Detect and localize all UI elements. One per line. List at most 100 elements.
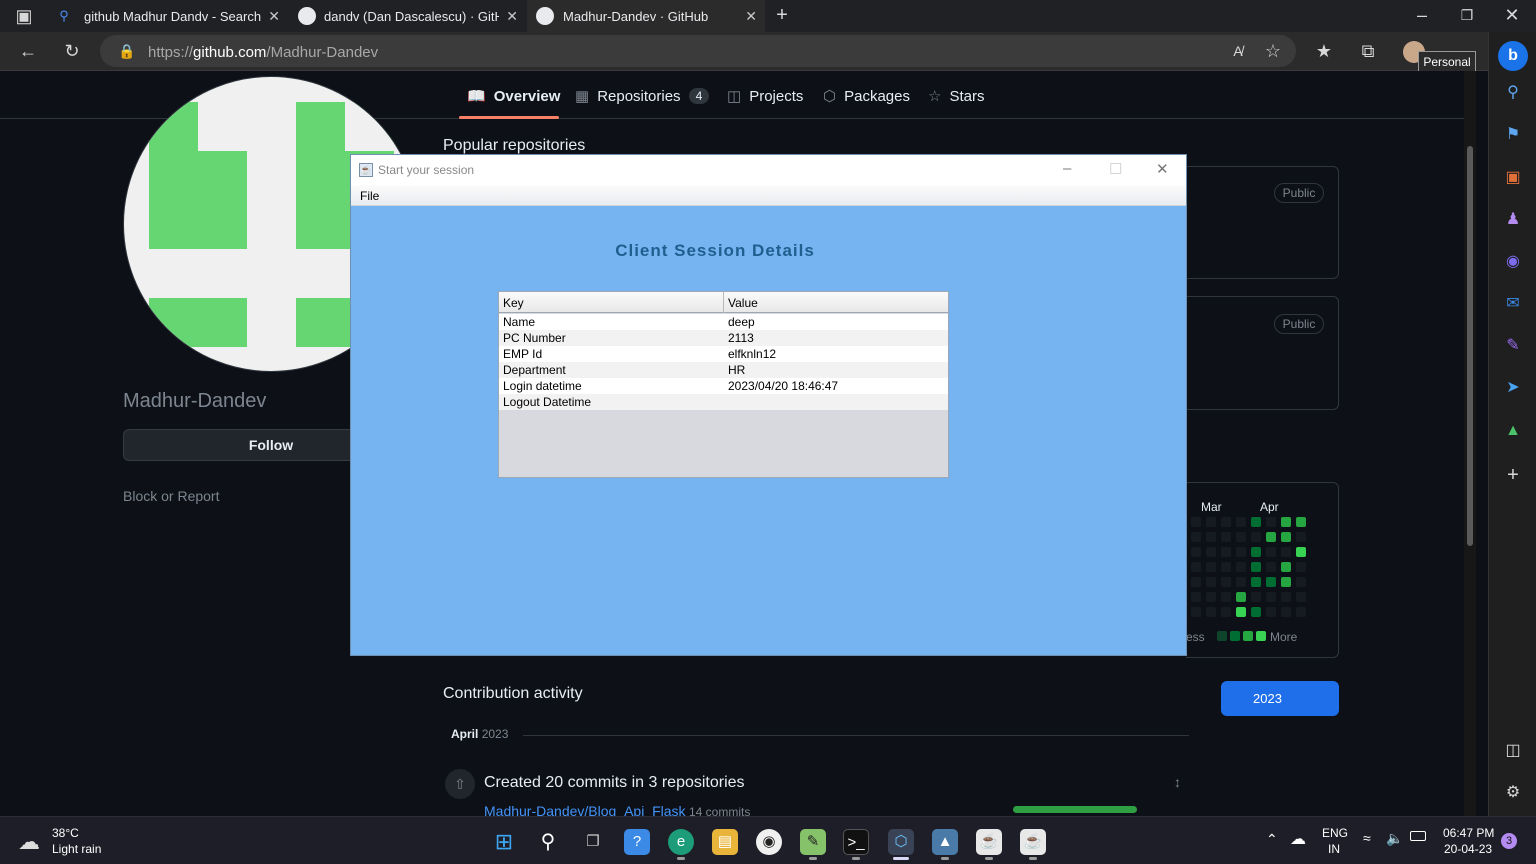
chevron-up-icon[interactable]: ⌃ xyxy=(1266,831,1278,848)
table-row[interactable]: PC Number 2113 xyxy=(499,330,948,346)
table-row[interactable]: EMP Id elfknln12 xyxy=(499,346,948,362)
java-icon[interactable]: ☕ xyxy=(1020,829,1046,855)
contribution-cell[interactable] xyxy=(1221,532,1231,542)
contribution-cell[interactable] xyxy=(1221,577,1231,587)
contribution-cell[interactable] xyxy=(1236,517,1246,527)
collections-icon[interactable]: ⧉ xyxy=(1357,41,1379,61)
tools-icon[interactable]: ▣ xyxy=(1489,166,1536,190)
contribution-cell[interactable] xyxy=(1221,547,1231,557)
contribution-cell[interactable] xyxy=(1251,592,1261,602)
contribution-cell[interactable] xyxy=(1206,547,1216,557)
contribution-cell[interactable] xyxy=(1296,517,1306,527)
scrollbar-thumb[interactable] xyxy=(1467,146,1473,546)
contribution-cell[interactable] xyxy=(1296,562,1306,572)
chat-icon[interactable]: ? xyxy=(624,829,650,855)
weather-icon[interactable]: ☁ xyxy=(18,829,40,855)
search-icon[interactable]: ⚲ xyxy=(1489,81,1536,105)
tab-stars[interactable]: ☆ Stars xyxy=(928,87,984,106)
contribution-cell[interactable] xyxy=(1206,517,1216,527)
contribution-cell[interactable] xyxy=(1281,547,1291,557)
contribution-cell[interactable] xyxy=(1191,532,1201,542)
block-report-link[interactable]: Block or Report xyxy=(123,488,219,504)
app-cube-icon[interactable]: ⬡ xyxy=(888,829,914,855)
notification-badge[interactable]: 3 xyxy=(1501,833,1517,849)
tab-search[interactable]: ⚲ github Madhur Dandv - Search ✕ xyxy=(52,0,288,32)
contribution-cell[interactable] xyxy=(1221,607,1231,617)
window-titlebar[interactable]: ☕ Start your session – ☐ ✕ xyxy=(351,155,1186,185)
contribution-cell[interactable] xyxy=(1191,547,1201,557)
column-header-value[interactable]: Value xyxy=(728,296,758,310)
designer-icon[interactable]: ✎ xyxy=(1489,334,1536,358)
onedrive-icon[interactable]: ☁ xyxy=(1290,829,1306,849)
contribution-cell[interactable] xyxy=(1266,547,1276,557)
contribution-cell[interactable] xyxy=(1236,607,1246,617)
contribution-cell[interactable] xyxy=(1266,607,1276,617)
tab-actions-icon[interactable]: ▣ xyxy=(14,6,34,26)
gear-icon[interactable]: ⚙ xyxy=(1489,781,1536,805)
maximize-icon[interactable]: ☐ xyxy=(1109,160,1122,178)
contribution-cell[interactable] xyxy=(1236,592,1246,602)
table-row[interactable]: Department HR xyxy=(499,362,948,378)
minimize-icon[interactable]: – xyxy=(1412,5,1432,25)
tree-icon[interactable]: ▲ xyxy=(1489,419,1536,443)
table-row[interactable]: Login datetime 2023/04/20 18:46:47 xyxy=(499,378,948,394)
shopping-icon[interactable]: ⚑ xyxy=(1489,123,1536,147)
tab-overview[interactable]: 📖 Overview xyxy=(467,87,560,106)
contribution-cell[interactable] xyxy=(1236,547,1246,557)
file-explorer-icon[interactable]: ▤ xyxy=(712,829,738,855)
repo-card[interactable]: Public xyxy=(1186,166,1339,279)
add-favorite-icon[interactable]: ☆ xyxy=(1263,41,1283,61)
contribution-cell[interactable] xyxy=(1251,607,1261,617)
table-row[interactable]: Logout Datetime xyxy=(499,394,948,410)
close-icon[interactable]: ✕ xyxy=(745,8,757,25)
close-icon[interactable]: ✕ xyxy=(506,8,518,25)
send-icon[interactable]: ➤ xyxy=(1489,376,1536,400)
wifi-icon[interactable]: ≈ xyxy=(1363,830,1371,846)
java-icon[interactable]: ☕ xyxy=(976,829,1002,855)
tab-packages[interactable]: ⬡ Packages xyxy=(823,87,910,106)
minimize-icon[interactable]: – xyxy=(1063,160,1071,177)
notepad-plus-icon[interactable]: ✎ xyxy=(800,829,826,855)
tab-madhur[interactable]: Madhur-Dandev · GitHub ✕ xyxy=(527,0,765,32)
contribution-cell[interactable] xyxy=(1191,562,1201,572)
contribution-cell[interactable] xyxy=(1191,592,1201,602)
contribution-cell[interactable] xyxy=(1206,577,1216,587)
contribution-cell[interactable] xyxy=(1281,562,1291,572)
sidebar-toggle-icon[interactable]: ◫ xyxy=(1489,739,1536,763)
language-in[interactable]: IN xyxy=(1328,842,1340,856)
volume-icon[interactable]: 🔈 xyxy=(1386,830,1403,847)
column-divider[interactable] xyxy=(723,292,724,313)
contribution-cell[interactable] xyxy=(1281,532,1291,542)
terminal-icon[interactable]: >_ xyxy=(843,829,869,855)
contribution-cell[interactable] xyxy=(1266,532,1276,542)
favorites-icon[interactable]: ★ xyxy=(1313,41,1335,61)
contribution-cell[interactable] xyxy=(1296,607,1306,617)
contribution-cell[interactable] xyxy=(1251,532,1261,542)
refresh-icon[interactable]: ↻ xyxy=(61,41,83,61)
contribution-cell[interactable] xyxy=(1251,517,1261,527)
new-tab-icon[interactable]: + xyxy=(772,5,792,25)
contribution-cell[interactable] xyxy=(1296,577,1306,587)
contribution-cell[interactable] xyxy=(1206,592,1216,602)
task-view-icon[interactable]: ❐ xyxy=(580,829,606,855)
games-icon[interactable]: ♟ xyxy=(1489,208,1536,232)
contribution-cell[interactable] xyxy=(1251,547,1261,557)
page-scrollbar[interactable] xyxy=(1464,71,1476,816)
search-icon[interactable]: ⚲ xyxy=(535,829,561,855)
column-header-key[interactable]: Key xyxy=(503,296,524,310)
clock-date[interactable]: 20-04-23 xyxy=(1444,842,1492,856)
contribution-cell[interactable] xyxy=(1221,517,1231,527)
contribution-cell[interactable] xyxy=(1191,607,1201,617)
github-desktop-icon[interactable]: ◉ xyxy=(756,829,782,855)
menu-file[interactable]: File xyxy=(360,189,379,203)
contribution-cell[interactable] xyxy=(1266,517,1276,527)
contribution-cell[interactable] xyxy=(1281,517,1291,527)
contribution-cell[interactable] xyxy=(1191,517,1201,527)
contribution-cell[interactable] xyxy=(1296,532,1306,542)
clock-time[interactable]: 06:47 PM xyxy=(1443,826,1494,840)
tab-dandv[interactable]: dandv (Dan Dascalescu) · GitHub ✕ xyxy=(290,0,526,32)
contribution-cell[interactable] xyxy=(1281,592,1291,602)
photos-icon[interactable]: ▲ xyxy=(932,829,958,855)
contribution-cell[interactable] xyxy=(1191,577,1201,587)
contribution-cell[interactable] xyxy=(1281,607,1291,617)
